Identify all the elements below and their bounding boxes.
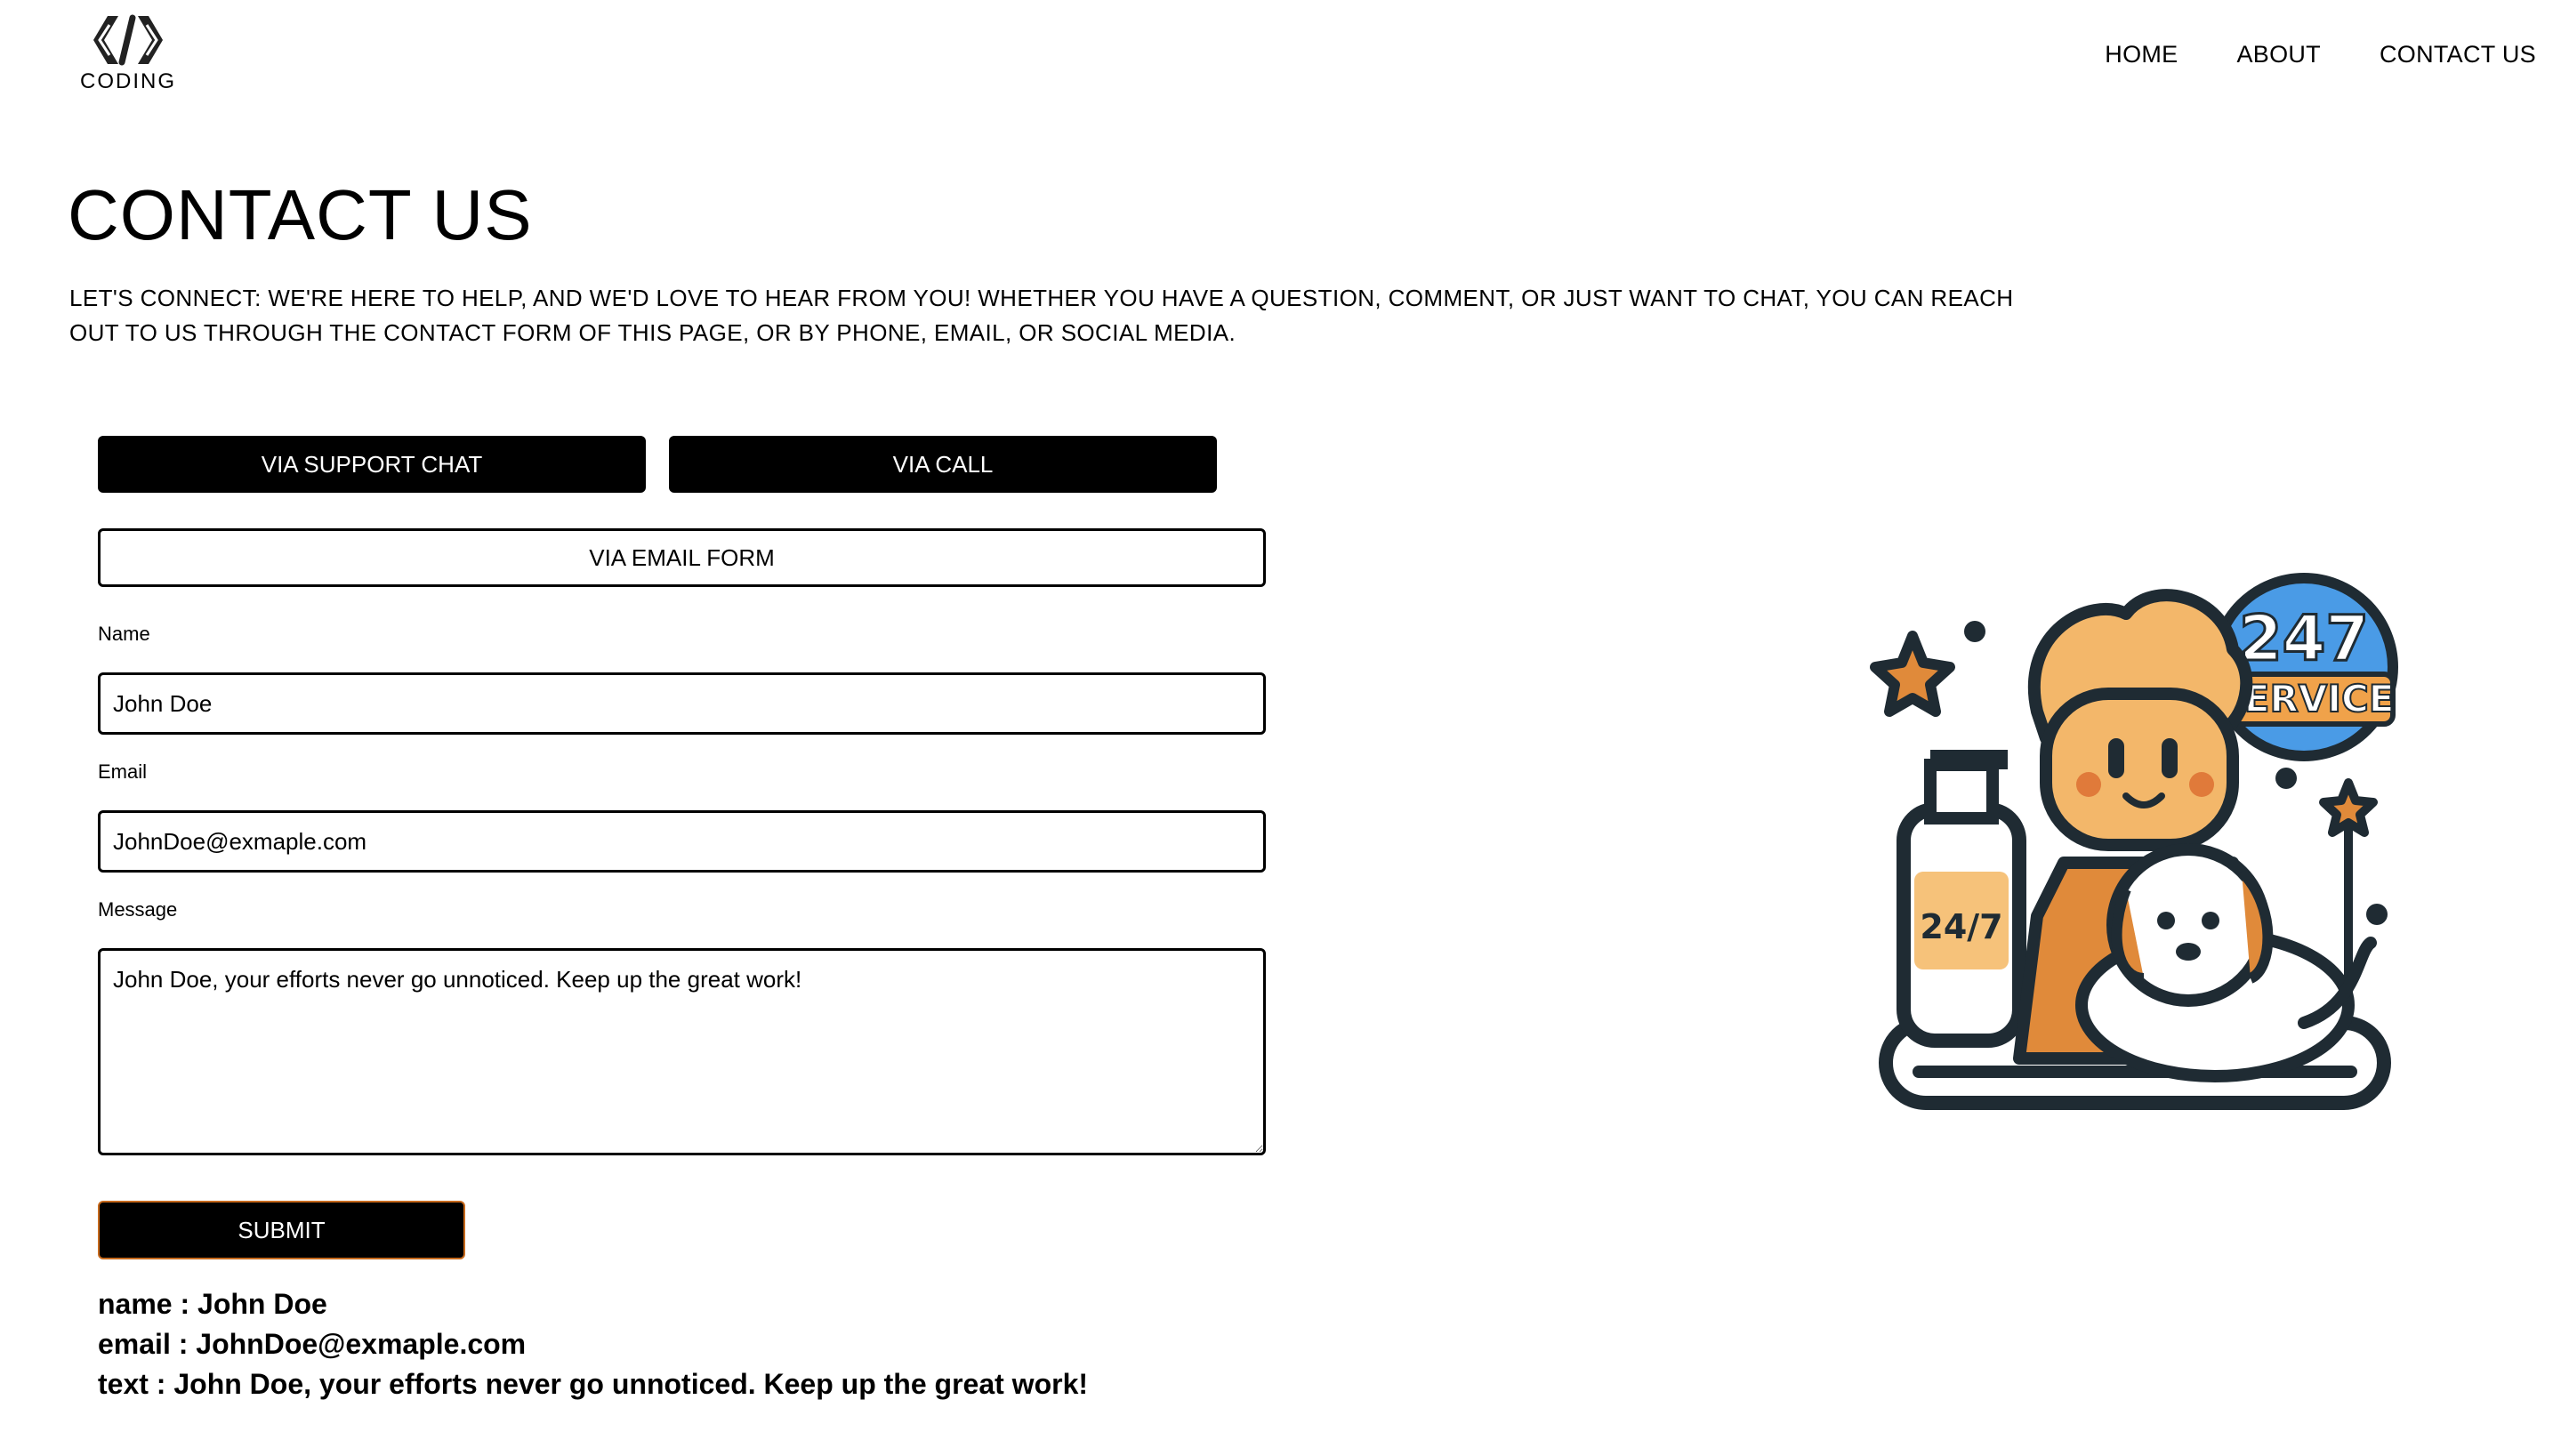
code-brackets-icon (93, 14, 163, 66)
page-title: CONTACT US (68, 175, 533, 254)
person-face (2040, 688, 2239, 851)
output-name: name : John Doe (98, 1288, 327, 1320)
dot-icon (1964, 621, 1985, 642)
support-chat-button[interactable]: VIA SUPPORT CHAT (98, 436, 646, 493)
name-input[interactable] (98, 672, 1266, 735)
intro-text: LET'S CONNECT: WE'RE HERE TO HELP, AND W… (69, 285, 2014, 346)
logo-text: CODING (80, 69, 176, 93)
message-textarea[interactable]: John Doe, your efforts never go unnotice… (98, 948, 1266, 1155)
nav-about[interactable]: ABOUT (2236, 41, 2321, 68)
output-email: email : JohnDoe@exmaple.com (98, 1328, 527, 1360)
output-text: text : John Doe, your efforts never go u… (98, 1368, 1089, 1400)
star-icon (1870, 631, 1955, 717)
call-button[interactable]: VIA CALL (669, 436, 1217, 493)
logo[interactable]: CODING (75, 12, 181, 94)
star-icon (2319, 778, 2378, 837)
nav-contact-us[interactable]: CONTACT US (2380, 41, 2536, 68)
bottle-label: 24/7 (1920, 907, 2002, 946)
email-form-button[interactable]: VIA EMAIL FORM (98, 528, 1266, 587)
email-label: Email (98, 760, 148, 783)
email-input[interactable] (98, 810, 1266, 873)
name-label: Name (98, 623, 150, 645)
badge-number: 247 (2239, 602, 2369, 675)
nav-home[interactable]: HOME (2105, 41, 2178, 68)
support-illustration: 247 SERVICE 24/7 (1870, 573, 2398, 1110)
main-nav: HOME ABOUT CONTACT US (2105, 41, 2536, 68)
message-label: Message (98, 898, 178, 921)
submit-button[interactable]: SUBMIT (98, 1201, 465, 1259)
